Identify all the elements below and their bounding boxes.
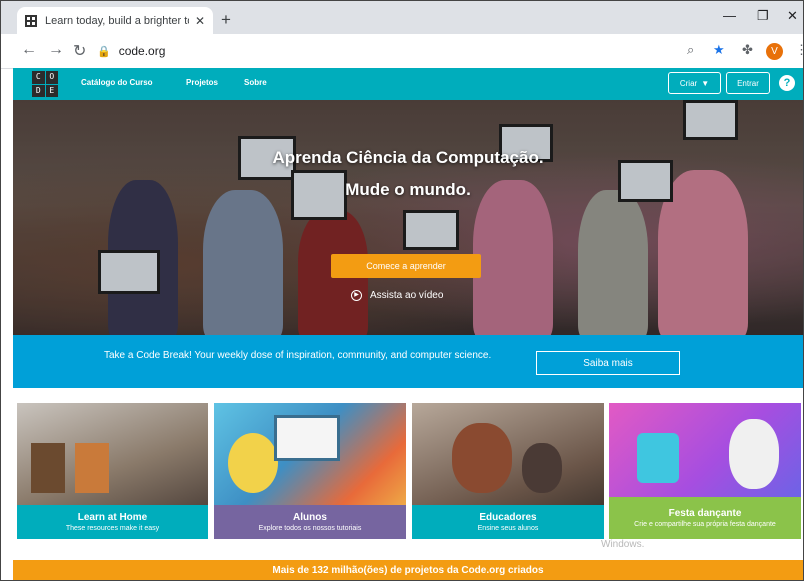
projects-count-bar: Mais de 132 milhão(ões) de projetos da C… [13, 560, 803, 580]
logo-letter: D [32, 84, 45, 97]
card-subtitle: Explore todos os nossos tutoriais [258, 525, 362, 532]
card-students[interactable]: Alunos Explore todos os nossos tutoriais [214, 403, 406, 539]
code-break-banner: Take a Code Break! Your weekly dose of i… [13, 335, 803, 388]
card-title: Festa dançante [668, 508, 742, 519]
start-learning-button[interactable]: Comece a aprender [331, 254, 481, 278]
logo-letter: O [45, 71, 58, 84]
minimize-icon[interactable]: — [723, 8, 736, 23]
hero-section: Aprenda Ciência da Computação. Mude o mu… [13, 100, 803, 335]
card-educators[interactable]: Educadores Ensine seus alunos [412, 403, 604, 539]
card-title: Learn at Home [77, 512, 148, 523]
card-subtitle: Ensine seus alunos [477, 525, 539, 532]
card-caption: Festa dançante Crie e compartilhe sua pr… [609, 497, 801, 539]
create-label: Criar [679, 78, 698, 88]
hero-title-line1: Aprenda Ciência da Computação. [272, 148, 544, 167]
tab-title: Learn today, build a brighter tom [45, 14, 189, 27]
site-header: C O D E Catálogo do Curso Projetos Sobre… [13, 68, 803, 100]
card-caption: Educadores Ensine seus alunos [412, 505, 604, 539]
windows-watermark: Windows. [601, 539, 645, 550]
logo-letter: E [45, 84, 58, 97]
address-bar[interactable]: 🔒 code.org [97, 37, 733, 65]
signin-button[interactable]: Entrar [726, 72, 770, 94]
menu-dots-icon[interactable]: ⋮ [795, 42, 803, 58]
lock-icon: 🔒 [97, 45, 111, 58]
play-icon: ▶ [351, 290, 362, 301]
minecraft-character-image [75, 443, 109, 493]
card-subtitle: Crie e compartilhe sua própria festa dan… [634, 521, 776, 528]
tab-strip: Learn today, build a brighter tom ✕ + — … [1, 1, 803, 34]
card-title: Alunos [293, 512, 327, 523]
card-caption: Alunos Explore todos os nossos tutoriais [214, 505, 406, 539]
url-text: code.org [118, 44, 166, 58]
browser-toolbar: ← → ↻ 🔒 code.org ⌕ ★ ✤ V ⋮ [1, 34, 803, 69]
browser-tab[interactable]: Learn today, build a brighter tom ✕ [17, 7, 213, 34]
watch-video-label: Assista ao vídeo [370, 290, 444, 301]
reload-icon[interactable]: ↻ [73, 41, 86, 61]
nav-projects[interactable]: Projetos [186, 78, 218, 87]
zoom-icon[interactable]: ⌕ [687, 42, 694, 58]
close-window-icon[interactable]: ✕ [787, 8, 798, 24]
codeorg-logo[interactable]: C O D E [32, 71, 58, 97]
learn-more-button[interactable]: Saiba mais [536, 351, 680, 375]
close-tab-icon[interactable]: ✕ [195, 14, 205, 28]
cat-character-image [637, 433, 679, 483]
nav-about[interactable]: Sobre [244, 78, 267, 87]
restore-icon[interactable]: ❐ [757, 8, 769, 24]
watch-video-link[interactable]: ▶ Assista ao vídeo [351, 290, 443, 301]
nav-course-catalog[interactable]: Catálogo do Curso [81, 78, 153, 87]
hero-title-line2: Mude o mundo. [345, 180, 471, 199]
create-dropdown-button[interactable]: Criar ▼ [668, 72, 721, 94]
card-caption: Learn at Home These resources make it ea… [17, 505, 208, 539]
bookmark-star-icon[interactable]: ★ [713, 42, 725, 58]
minecraft-character-image [31, 443, 65, 493]
card-subtitle: These resources make it easy [65, 525, 160, 532]
forward-icon[interactable]: → [48, 41, 64, 59]
logo-letter: C [32, 71, 45, 84]
arrow-sign-image [274, 415, 340, 461]
extensions-icon[interactable]: ✤ [742, 42, 753, 58]
codeorg-favicon-icon [25, 14, 37, 27]
banner-text: Take a Code Break! Your weekly dose of i… [104, 350, 492, 361]
student-photo [522, 443, 562, 493]
help-icon[interactable]: ? [779, 75, 795, 91]
caret-down-icon: ▼ [701, 78, 710, 88]
profile-avatar[interactable]: V [766, 43, 783, 60]
browser-window: Learn today, build a brighter tom ✕ + — … [0, 0, 804, 581]
new-tab-icon[interactable]: + [221, 10, 231, 30]
card-title: Educadores [479, 512, 537, 523]
shark-character-image [729, 419, 779, 489]
back-icon[interactable]: ← [21, 41, 37, 59]
teacher-photo [452, 423, 512, 493]
bee-character-image [228, 433, 278, 493]
card-dance-party[interactable]: Festa dançante Crie e compartilhe sua pr… [609, 403, 801, 539]
card-learn-at-home[interactable]: Learn at Home These resources make it ea… [17, 403, 208, 539]
